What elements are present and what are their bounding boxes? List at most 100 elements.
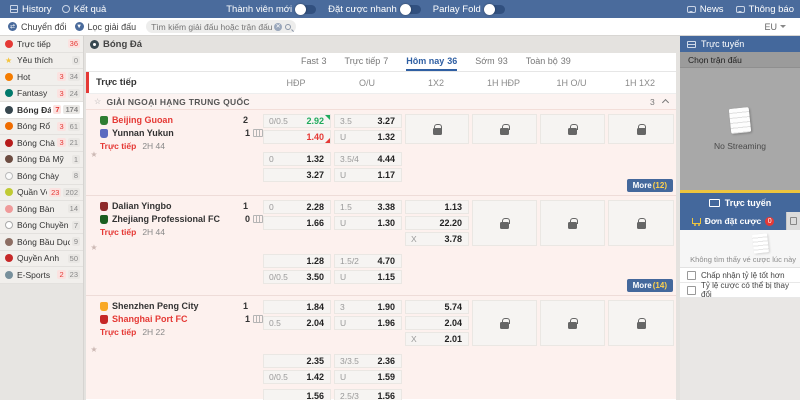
sidebar-item-quan-vot[interactable]: Quần Vợt 23 202 bbox=[0, 185, 83, 202]
odds-format-dropdown[interactable]: EU bbox=[764, 22, 786, 32]
odds-cell-ou[interactable]: 1.5 3.38 bbox=[334, 200, 402, 214]
odds-cell-1x2[interactable]: X 3.78 bbox=[405, 232, 469, 246]
mybets-tab[interactable] bbox=[786, 212, 800, 230]
odds-cell-ou[interactable]: 1.5/2 4.70 bbox=[334, 254, 402, 268]
odds-table-header: Trực tiếp HĐP O/U 1X2 1H HĐP 1H O/U 1H 1… bbox=[86, 72, 676, 94]
odds-cell-ou[interactable]: 3/3.5 2.36 bbox=[334, 354, 402, 368]
odds-may-change-checkbox[interactable] bbox=[687, 286, 696, 295]
tab-fast[interactable]: Fast3 bbox=[301, 53, 327, 71]
sidebar-item-quyen-anh[interactable]: Quyền Anh 50 bbox=[0, 251, 83, 268]
live-stream-button[interactable]: Trực tuyến bbox=[680, 193, 800, 212]
accept-better-odds-checkbox[interactable] bbox=[687, 271, 696, 280]
odds-cell-ou[interactable]: 3.5/4 4.44 bbox=[334, 152, 402, 166]
odds-cell-hdp[interactable]: 1.40 bbox=[263, 130, 331, 144]
sidebar-item-bong-chay[interactable]: Bóng Chày 3 21 bbox=[0, 135, 83, 152]
league-header[interactable]: ☆ GIẢI NGOẠI HẠNG TRUNG QUỐC 3 bbox=[86, 94, 676, 110]
fantasy-icon bbox=[5, 89, 13, 97]
odds-cell-hdp[interactable]: 1.28 bbox=[263, 254, 331, 268]
sidebar-item-bong-chay-2[interactable]: Bóng Chày 8 bbox=[0, 168, 83, 185]
tab-truc-tiep[interactable]: Trực tiếp7 bbox=[345, 53, 389, 71]
odds-cell-hdp[interactable]: 2.35 bbox=[263, 354, 331, 368]
stream-title: Trực tuyến bbox=[701, 39, 744, 49]
stats-icon[interactable] bbox=[253, 215, 263, 223]
no-streaming-icon bbox=[729, 107, 752, 134]
filter-label: Lọc giải đấu bbox=[88, 22, 137, 32]
odds-cell-hdp[interactable]: 0/0.5 3.50 bbox=[263, 270, 331, 284]
sidebar-item-bong-bau-duc[interactable]: Bóng Bầu Dục 9 bbox=[0, 234, 83, 251]
clear-search-icon[interactable]: ✕ bbox=[274, 23, 282, 31]
stats-icon[interactable] bbox=[253, 129, 263, 137]
collapse-chevron-icon[interactable] bbox=[662, 99, 669, 106]
odds-cell-ou[interactable]: U 1.15 bbox=[334, 270, 402, 284]
more-markets-button[interactable]: More (14) bbox=[627, 279, 673, 292]
match-info[interactable]: Beijing Guoan 2 Yunnan Yukun 1 Trực tiếp… bbox=[100, 114, 263, 195]
favorite-star-icon[interactable]: ★ bbox=[88, 114, 100, 195]
results-button[interactable]: Kết quả bbox=[62, 4, 107, 15]
stream-header: Trực tuyến bbox=[680, 36, 800, 52]
match-info[interactable]: Shenzhen Peng City 1 Shanghai Port FC 1 … bbox=[100, 300, 263, 399]
switch-view-button[interactable]: ⇄ Chuyển đổi bbox=[8, 22, 67, 32]
sidebar-item-bong-da[interactable]: Bóng Đá 7 174 bbox=[0, 102, 83, 119]
sidebar-item-yeu-thich[interactable]: ★ Yêu thích 0 bbox=[0, 53, 83, 70]
favorite-star-icon[interactable]: ★ bbox=[88, 200, 100, 295]
star-icon: ★ bbox=[5, 56, 13, 65]
odds-cell-hdp[interactable]: 0/0.5 2.92 bbox=[263, 114, 331, 128]
sidebar-item-esports[interactable]: E-Sports 2 23 bbox=[0, 267, 83, 284]
select-match-dropdown[interactable]: Chọn trận đấu bbox=[680, 52, 800, 68]
sidebar-item-fantasy[interactable]: Fantasy 3 24 bbox=[0, 86, 83, 103]
filter-leagues-button[interactable]: ▼ Lọc giải đấu bbox=[75, 22, 137, 32]
cricket-icon bbox=[5, 172, 13, 180]
sidebar-item-bong-chuyen[interactable]: Bóng Chuyền 7 bbox=[0, 218, 83, 235]
odds-cell-1x2[interactable]: 22.20 bbox=[405, 216, 469, 230]
notifications-button[interactable]: Thông báo bbox=[736, 4, 794, 15]
sidebar-item-truc-tiep[interactable]: Trực tiếp 36 bbox=[0, 36, 83, 53]
odds-cell-1x2[interactable]: 1.13 bbox=[405, 200, 469, 214]
search-input[interactable] bbox=[151, 22, 274, 32]
odds-cell-ou[interactable]: U 1.59 bbox=[334, 370, 402, 384]
sidebar-item-bong-ro[interactable]: Bóng Rổ 3 61 bbox=[0, 119, 83, 136]
odds-cell-hdp[interactable]: 1.84 bbox=[263, 300, 331, 314]
bet-count-badge: 0 bbox=[765, 217, 774, 226]
odds-cell-hdp[interactable]: 0.5 2.04 bbox=[263, 316, 331, 330]
odds-cell-hdp[interactable]: 0 1.32 bbox=[263, 152, 331, 166]
history-button[interactable]: History bbox=[10, 4, 52, 15]
tab-som[interactable]: Sớm93 bbox=[475, 53, 507, 71]
odds-cell-ou[interactable]: 2.5/3 1.56 bbox=[334, 389, 402, 400]
sidebar-item-bong-ban[interactable]: Bóng Bàn 14 bbox=[0, 201, 83, 218]
tv-icon bbox=[709, 199, 720, 207]
odds-cell-1x2[interactable]: 2.04 bbox=[405, 316, 469, 330]
league-favorite-icon[interactable]: ☆ bbox=[94, 97, 101, 106]
odds-cell-ou[interactable]: U 1.32 bbox=[334, 130, 402, 144]
odds-cell-hdp[interactable]: 1.56 bbox=[263, 389, 331, 400]
stats-icon[interactable] bbox=[253, 315, 263, 323]
odds-cell-ou[interactable]: 3.5 3.27 bbox=[334, 114, 402, 128]
new-member-toggle[interactable] bbox=[296, 5, 316, 14]
rugby-icon bbox=[5, 238, 13, 246]
betslip-tab[interactable]: Đơn đặt cược 0 bbox=[680, 212, 786, 230]
tab-hom-nay[interactable]: Hôm nay36 bbox=[406, 53, 457, 71]
odds-cell-ou[interactable]: U 1.96 bbox=[334, 316, 402, 330]
more-markets-button[interactable]: More (12) bbox=[627, 179, 673, 192]
sidebar-item-bong-da-my[interactable]: Bóng Đá Mỹ 1 bbox=[0, 152, 83, 169]
sidebar-item-hot[interactable]: Hot 3 34 bbox=[0, 69, 83, 86]
search-icon[interactable] bbox=[285, 24, 291, 30]
odds-up-icon bbox=[325, 115, 330, 120]
odds-cell-hdp[interactable]: 1.66 bbox=[263, 216, 331, 230]
odds-cell-ou[interactable]: U 1.17 bbox=[334, 168, 402, 182]
betslip-empty-state: Không tìm thấy vé cược lúc này bbox=[680, 230, 800, 268]
odds-cell-ou[interactable]: 3 1.90 bbox=[334, 300, 402, 314]
odds-cell-hdp[interactable]: 0/0.5 1.42 bbox=[263, 370, 331, 384]
odds-cell-1x2[interactable]: X 2.01 bbox=[405, 332, 469, 346]
odds-cell-hdp[interactable]: 0 2.28 bbox=[263, 200, 331, 214]
odds-cell-1x2[interactable]: 5.74 bbox=[405, 300, 469, 314]
stream-betslip-sidebar: Trực tuyến Chọn trận đấu No Streaming Tr… bbox=[680, 36, 800, 400]
parlay-fold-toggle[interactable] bbox=[485, 5, 505, 14]
favorite-star-icon[interactable]: ★ bbox=[88, 300, 100, 399]
odds-cell-hdp[interactable]: 3.27 bbox=[263, 168, 331, 182]
odds-cell-ou[interactable]: U 1.30 bbox=[334, 216, 402, 230]
tab-toan-bo[interactable]: Toàn bộ39 bbox=[526, 53, 571, 71]
quick-bet-toggle[interactable] bbox=[401, 5, 421, 14]
match-row-3: ★ Shenzhen Peng City 1 Shanghai Port FC … bbox=[86, 296, 676, 399]
match-info[interactable]: Dalian Yingbo 1 Zhejiang Professional FC… bbox=[100, 200, 263, 295]
news-button[interactable]: News bbox=[687, 4, 724, 15]
